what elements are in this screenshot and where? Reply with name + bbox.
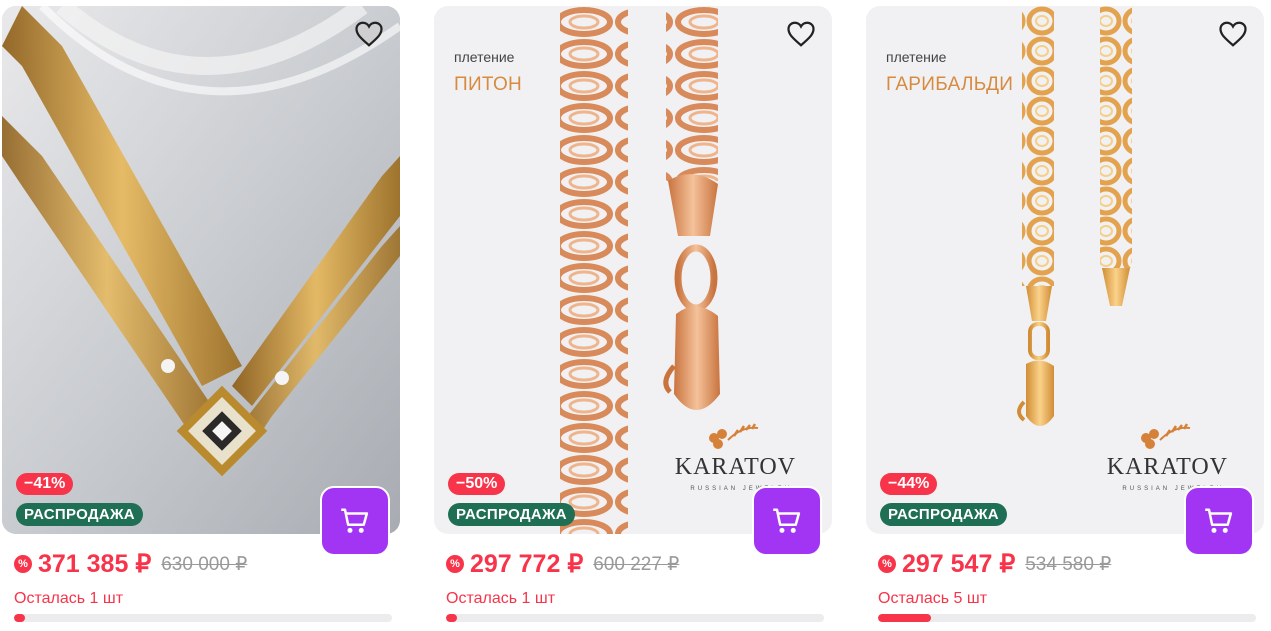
weave-label: плетение [454,49,515,65]
add-to-cart-button[interactable] [320,486,390,556]
heart-icon [787,21,815,47]
price-row: % 371 385 ₽ 630 000 ₽ [14,549,247,579]
stock-bar [14,614,392,622]
sale-badge: РАСПРОДАЖА [880,503,1007,526]
discount-percent-icon: % [14,555,32,573]
weave-name: ПИТОН [454,74,523,95]
product-card[interactable]: плетение ГАРИБАЛЬДИ KARATOV RUSSIAN JEWE… [866,0,1266,631]
discount-percent-icon: % [878,555,896,573]
heart-icon [1219,21,1247,47]
stock-bar-fill [446,614,458,622]
brand-logo: KARATOV [674,454,796,480]
weave-name: ГАРИБАЛЬДИ [886,74,1014,95]
discount-badge: −41% [16,473,74,495]
cart-icon [341,508,369,533]
favorite-button[interactable] [1218,20,1252,54]
price-row: % 297 772 ₽ 600 227 ₽ [446,549,679,579]
heart-icon [355,21,383,47]
favorite-button[interactable] [354,20,388,54]
price-row: % 297 547 ₽ 534 580 ₽ [878,549,1111,579]
cart-icon [773,508,801,533]
discount-badge: −44% [880,473,938,495]
weave-label: плетение [886,49,947,65]
stock-bar-fill [14,614,26,622]
product-card[interactable]: −41% РАСПРОДАЖА % 371 385 ₽ 630 000 ₽ Ос… [2,0,402,631]
gold-necklace-photo [2,6,400,534]
stock-text: Осталась 1 шт [14,590,124,607]
stock-bar [878,614,1256,622]
favorite-button[interactable] [786,20,820,54]
stock-bar [446,614,824,622]
sale-badge: РАСПРОДАЖА [448,503,575,526]
current-price: 371 385 ₽ [38,550,152,578]
discount-percent-icon: % [446,555,464,573]
current-price: 297 547 ₽ [902,550,1016,578]
add-to-cart-button[interactable] [752,486,822,556]
product-image[interactable]: −41% РАСПРОДАЖА [2,6,400,534]
stock-text: Осталась 5 шт [878,590,988,607]
product-image[interactable]: плетение ГАРИБАЛЬДИ KARATOV RUSSIAN JEWE… [866,6,1264,534]
old-price: 600 227 ₽ [593,553,680,575]
old-price: 534 580 ₽ [1025,553,1112,575]
brand-logo: KARATOV [1106,454,1228,480]
discount-badge: −50% [448,473,506,495]
product-image[interactable]: плетение ПИТОН KARATOV RUSSIAN JEWELRY −… [434,6,832,534]
cart-icon [1205,508,1233,533]
current-price: 297 772 ₽ [470,550,584,578]
stock-bar-fill [878,614,931,622]
old-price: 630 000 ₽ [161,553,248,575]
add-to-cart-button[interactable] [1184,486,1254,556]
stock-text: Осталась 1 шт [446,590,556,607]
sale-badge: РАСПРОДАЖА [16,503,143,526]
product-card[interactable]: плетение ПИТОН KARATOV RUSSIAN JEWELRY −… [434,0,834,631]
